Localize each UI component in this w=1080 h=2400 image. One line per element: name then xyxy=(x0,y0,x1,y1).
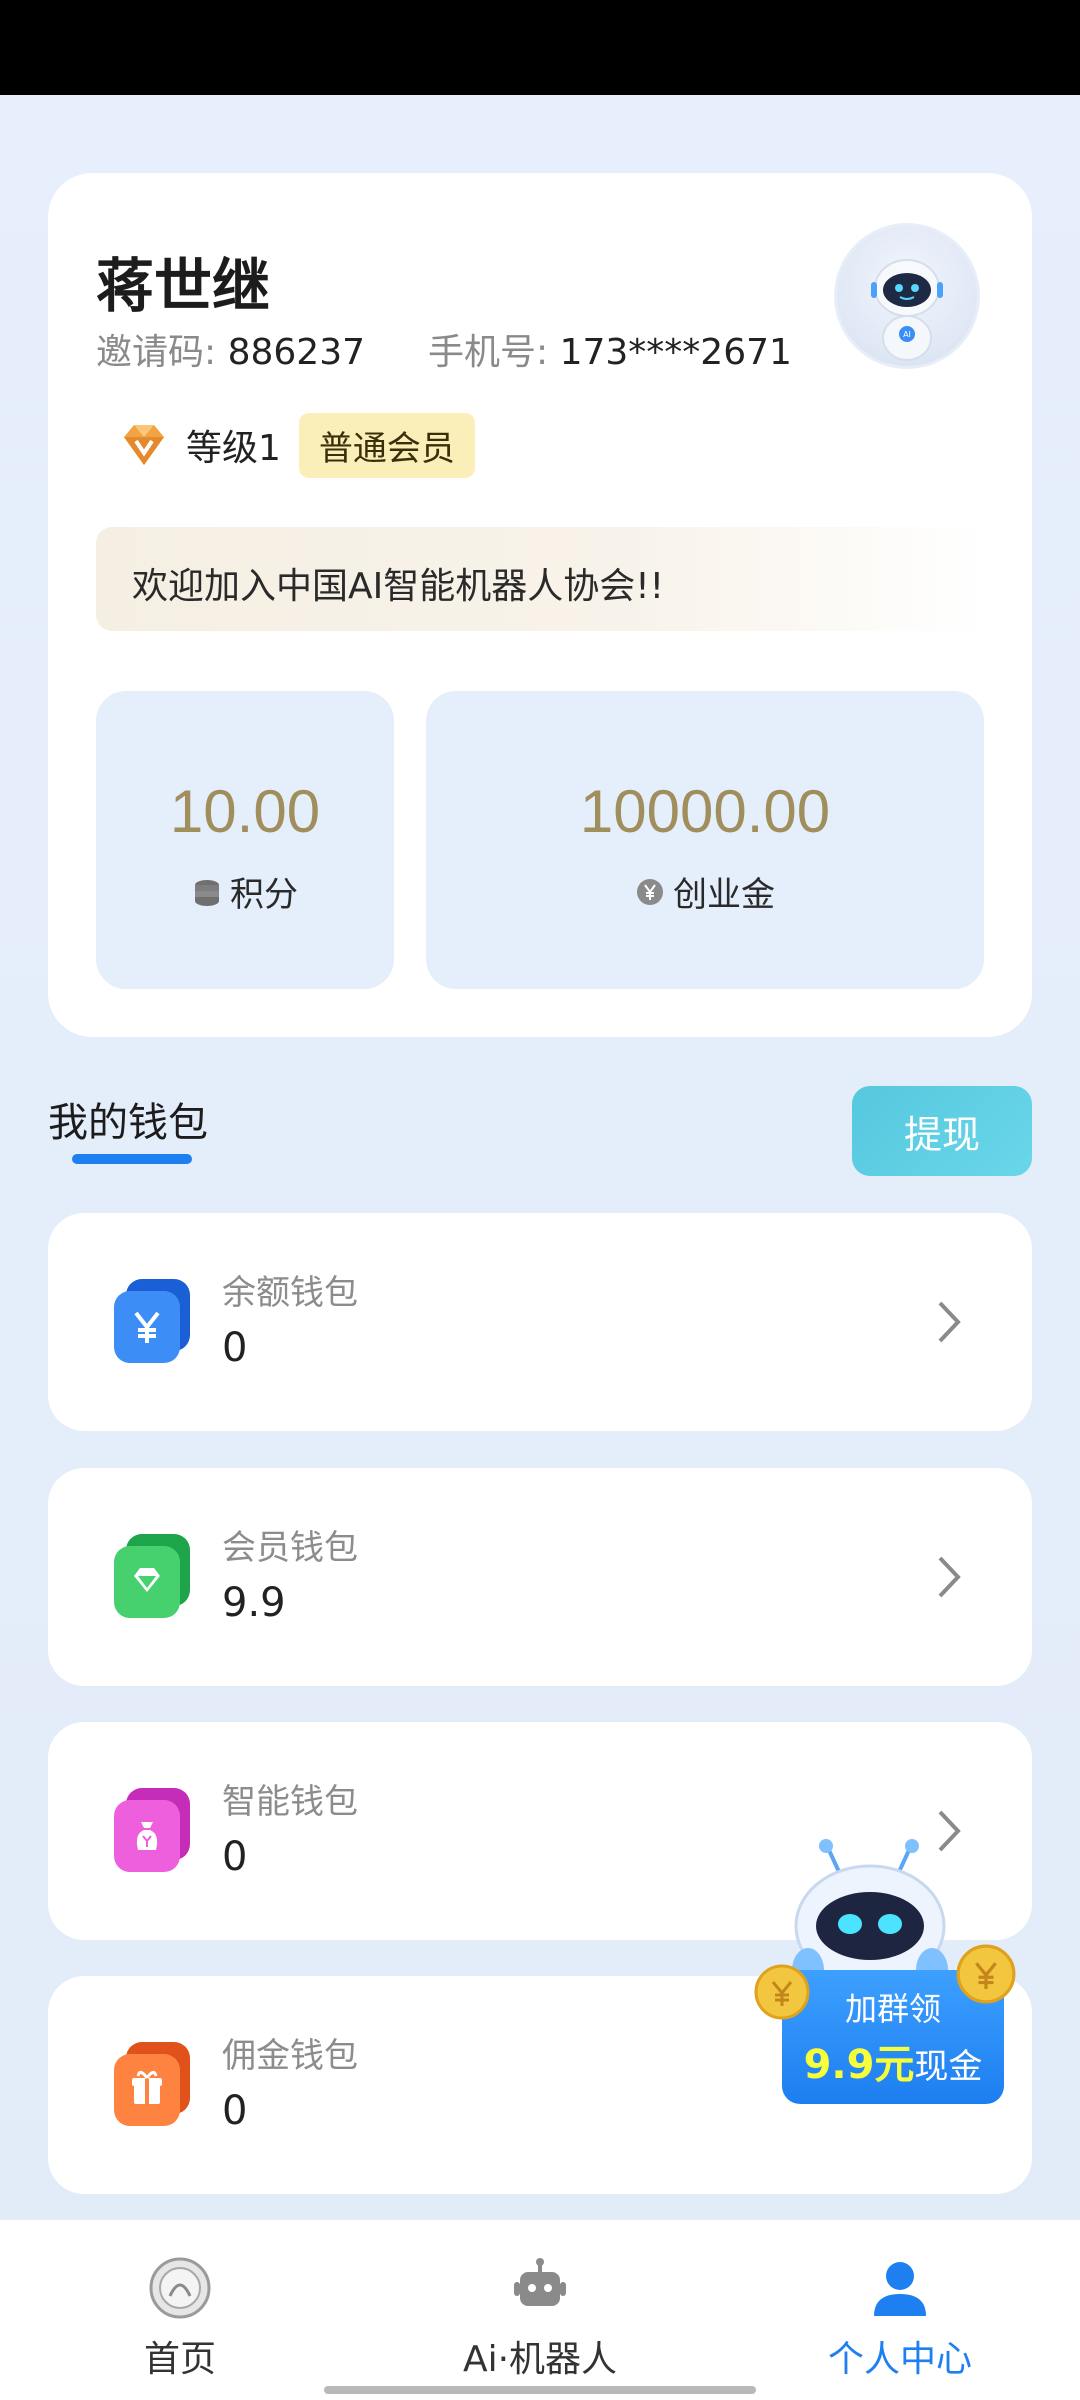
withdraw-button[interactable]: 提现 xyxy=(852,1086,1032,1176)
bottom-tab-bar: 首页 Ai·机器人 个人中心 xyxy=(0,2220,1080,2400)
points-card[interactable]: 10.00 积分 xyxy=(96,691,394,989)
wallet-name: 佣金钱包 xyxy=(222,2036,358,2076)
home-indicator[interactable] xyxy=(324,2386,756,2394)
promo-amount: 9.9元 xyxy=(803,2042,915,2088)
wallet-value: 0 xyxy=(222,1325,248,1371)
money-bag-wallet-icon xyxy=(114,1788,190,1872)
avatar[interactable]: AI xyxy=(834,223,980,369)
promo-line2: 现金 xyxy=(914,2047,983,2087)
tab-label: 个人中心 xyxy=(827,2339,972,2380)
startup-fund-value: 10000.00 xyxy=(579,778,831,845)
robot-icon xyxy=(514,2258,566,2306)
gift-wallet-icon xyxy=(114,2042,190,2126)
tab-home[interactable]: 首页 xyxy=(60,2256,300,2382)
emblem-icon xyxy=(149,2257,211,2319)
welcome-banner: 欢迎加入中国AI智能机器人协会!! xyxy=(96,527,984,631)
wallet-value: 0 xyxy=(222,1834,248,1880)
wallet-value: 9.9 xyxy=(222,1580,286,1626)
robot-avatar-icon: AI xyxy=(871,259,943,361)
phone-number: 手机号: 173****2671 xyxy=(428,323,792,375)
person-icon xyxy=(874,2262,926,2316)
wallet-item-member[interactable]: 会员钱包 9.9 xyxy=(48,1468,1032,1686)
tab-label: 首页 xyxy=(143,2339,216,2380)
gem-icon xyxy=(124,425,164,465)
yen-wallet-icon xyxy=(114,1279,190,1363)
coin-stack-icon xyxy=(195,879,219,906)
phone-value: 173****2671 xyxy=(559,332,792,373)
level-label: 等级1 xyxy=(186,428,281,469)
invite-code-value[interactable]: 886237 xyxy=(228,332,365,373)
join-group-promo[interactable]: 加群领 9.9元现金 xyxy=(754,1834,1020,2114)
member-badge: 普通会员 xyxy=(298,412,475,478)
level-row: 等级1 普通会员 xyxy=(114,412,475,478)
points-label: 积分 xyxy=(230,875,298,915)
user-name: 蒋世继 xyxy=(96,252,271,320)
wallet-title-underline xyxy=(72,1154,192,1164)
startup-fund-label: 创业金 xyxy=(673,875,775,915)
svg-text:AI: AI xyxy=(903,330,911,339)
promo-amount-row: 9.9元现金 xyxy=(782,2032,1004,2090)
tab-ai-robot[interactable]: Ai·机器人 xyxy=(420,2256,660,2382)
wallet-name: 会员钱包 xyxy=(222,1528,358,1568)
profile-card: 蒋世继 邀请码: 886237 手机号: 173****2671 AI 等级1 xyxy=(48,173,1032,1037)
chevron-right-icon xyxy=(938,1301,961,1343)
startup-fund-label-row: 创业金 xyxy=(426,867,984,916)
yen-coin-icon xyxy=(637,878,663,905)
wallet-section-title: 我的钱包 xyxy=(48,1100,208,1146)
tab-label: Ai·机器人 xyxy=(462,2339,618,2380)
status-bar xyxy=(0,0,1080,95)
chevron-right-icon xyxy=(938,1556,961,1598)
tab-personal-center[interactable]: 个人中心 xyxy=(780,2256,1020,2382)
welcome-text: 欢迎加入中国AI智能机器人协会!! xyxy=(132,566,665,607)
promo-line1: 加群领 xyxy=(844,1990,941,2028)
startup-fund-card[interactable]: 10000.00 创业金 xyxy=(426,691,984,989)
wallet-value: 0 xyxy=(222,2088,248,2134)
invite-code-label: 邀请码: xyxy=(96,332,217,373)
points-value: 10.00 xyxy=(169,778,321,845)
points-label-row: 积分 xyxy=(96,867,394,916)
wallet-item-balance[interactable]: 余额钱包 0 xyxy=(48,1213,1032,1431)
invite-code: 邀请码: 886237 xyxy=(96,323,365,375)
wallet-name: 智能钱包 xyxy=(222,1782,358,1822)
wallet-name: 余额钱包 xyxy=(222,1273,358,1313)
diamond-wallet-icon xyxy=(114,1534,190,1618)
phone-label: 手机号: xyxy=(428,332,549,373)
